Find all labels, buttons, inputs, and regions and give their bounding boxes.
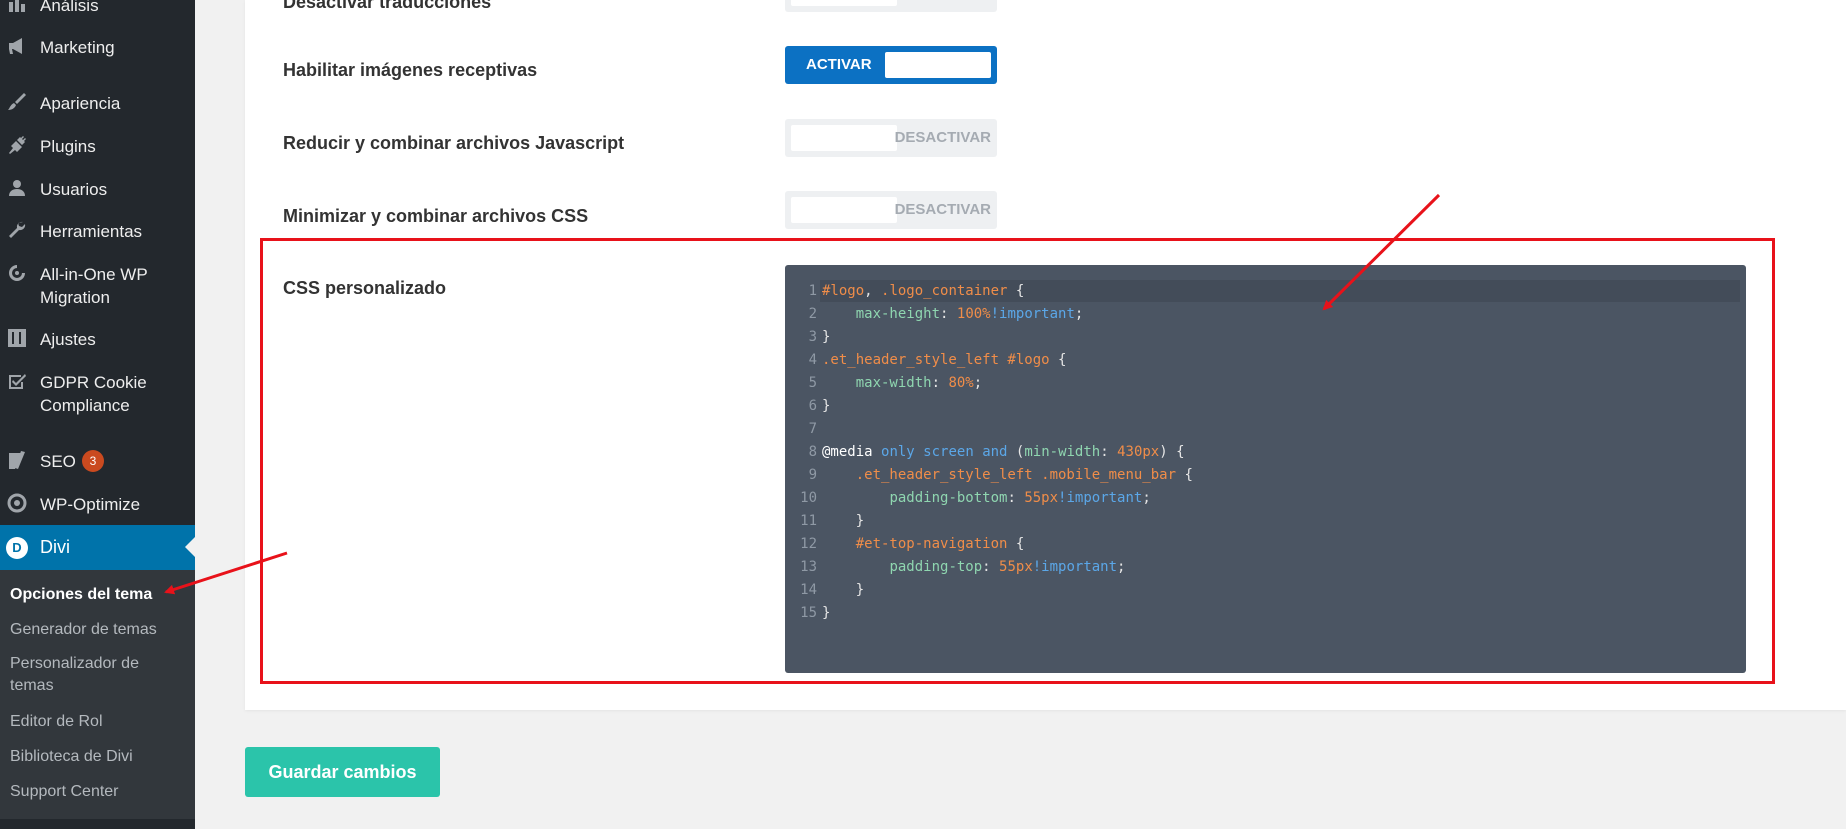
sidebar-item-label: Apariencia: [40, 94, 121, 113]
responsive-images-toggle[interactable]: ACTIVAR: [785, 46, 997, 84]
submenu-item-biblioteca-de-divi[interactable]: Biblioteca de Divi: [10, 746, 185, 768]
toggle-state-label: ACTIVAR: [806, 56, 872, 73]
javascript-combine-toggle[interactable]: DESACTIVAR: [785, 119, 997, 157]
sidebar-item-label: WP-Optimize: [40, 495, 141, 514]
sidebar-item-divi[interactable]: D Divi: [0, 525, 195, 570]
sidebar-item-wp-optimize[interactable]: WP-Optimize: [0, 493, 195, 516]
paintbrush-icon: [7, 92, 27, 112]
annotation-highlight-box: [260, 238, 1775, 684]
sidebar-item-label: Usuarios: [40, 180, 108, 199]
admin-sidebar: Análisis Marketing Apariencia Plugins Us…: [0, 0, 195, 829]
optimize-icon: [7, 493, 27, 513]
submenu-item-opciones-del-tema[interactable]: Opciones del tema: [10, 584, 185, 606]
active-indicator: [185, 537, 195, 557]
sidebar-item-apariencia[interactable]: Apariencia: [0, 92, 195, 115]
css-combine-toggle[interactable]: DESACTIVAR: [785, 191, 997, 229]
translations-toggle[interactable]: [785, 0, 997, 12]
sidebar-item-analisis[interactable]: Análisis: [0, 0, 195, 17]
option-label-css: Minimizar y combinar archivos CSS: [283, 206, 589, 226]
sidebar-item-seo[interactable]: SEO 3: [0, 450, 195, 473]
toggle-knob: [885, 52, 991, 78]
sidebar-item-label: Análisis: [40, 0, 99, 15]
submenu-item-editor-de-rol[interactable]: Editor de Rol: [10, 711, 185, 733]
option-label-javascript: Reducir y combinar archivos Javascript: [283, 133, 625, 153]
sidebar-item-all-in-one-migration[interactable]: All-in-One WP Migration: [0, 263, 150, 309]
toggle-knob: [791, 197, 897, 223]
divi-submenu: Opciones del tema Generador de temas Per…: [0, 570, 195, 819]
sidebar-item-gdpr[interactable]: GDPR Cookie Compliance: [0, 371, 160, 417]
sidebar-item-label: All-in-One WP Migration: [40, 265, 148, 307]
update-count-badge: 3: [81, 450, 104, 472]
toggle-knob: [791, 0, 897, 6]
chart-bar-icon: [7, 0, 27, 14]
plug-icon: [7, 135, 27, 155]
sidebar-item-label: SEO: [40, 452, 76, 471]
sidebar-item-label: Plugins: [40, 137, 96, 156]
settings-sliders-icon: [7, 328, 27, 348]
sidebar-item-label: GDPR Cookie Compliance: [40, 373, 147, 415]
checkbox-icon: [7, 371, 27, 391]
toggle-knob: [791, 125, 897, 151]
yoast-icon: [7, 450, 27, 470]
migration-icon: [7, 263, 27, 283]
sidebar-item-label: Ajustes: [40, 330, 96, 349]
save-changes-button[interactable]: Guardar cambios: [245, 747, 440, 797]
submenu-item-generador-de-temas[interactable]: Generador de temas: [10, 619, 185, 641]
option-label-desactivar-traducciones: Desactivar traducciones: [283, 0, 492, 12]
toggle-state-label: DESACTIVAR: [894, 201, 991, 218]
option-label-imagenes-receptivas: Habilitar imágenes receptivas: [283, 60, 538, 80]
divi-logo-icon: D: [6, 536, 28, 559]
user-icon: [7, 178, 27, 198]
sidebar-item-marketing[interactable]: Marketing: [0, 36, 195, 59]
sidebar-item-ajustes[interactable]: Ajustes: [0, 328, 195, 351]
sidebar-item-label: Divi: [40, 537, 70, 557]
sidebar-item-usuarios[interactable]: Usuarios: [0, 178, 195, 201]
toggle-state-label: DESACTIVAR: [894, 129, 991, 146]
megaphone-icon: [7, 36, 27, 56]
sidebar-item-herramientas[interactable]: Herramientas: [0, 220, 195, 243]
sidebar-item-label: Herramientas: [40, 222, 143, 241]
submenu-item-personalizador-de-temas[interactable]: Personalizador de temas: [10, 653, 150, 697]
sidebar-item-plugins[interactable]: Plugins: [0, 135, 195, 158]
wrench-icon: [7, 220, 27, 240]
sidebar-item-label: Marketing: [40, 38, 115, 57]
submenu-item-support-center[interactable]: Support Center: [10, 781, 185, 803]
